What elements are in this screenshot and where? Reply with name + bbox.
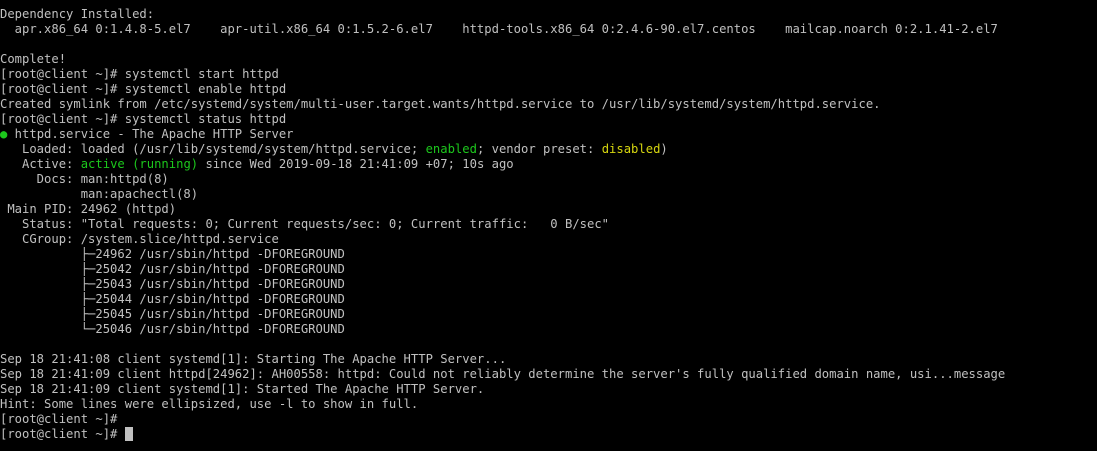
terminal-line: Complete! [0,52,1097,67]
terminal-text: Created symlink from /etc/systemd/system… [0,97,881,111]
terminal-text: man:apachectl(8) [0,187,199,201]
terminal-line: Status: "Total requests: 0; Current requ… [0,217,1097,232]
terminal-line: Active: active (running) since Wed 2019-… [0,157,1097,172]
terminal-text: ├─25043 /usr/sbin/httpd -DFOREGROUND [0,277,345,291]
terminal-text: Sep 18 21:41:09 client systemd[1]: Start… [0,382,485,396]
terminal-text: enabled [425,142,477,156]
terminal-line: ├─24962 /usr/sbin/httpd -DFOREGROUND [0,247,1097,262]
terminal-text: Sep 18 21:41:09 client httpd[24962]: AH0… [0,367,1006,381]
terminal-line: ● httpd.service - The Apache HTTP Server [0,127,1097,142]
terminal-window[interactable]: Dependency Installed: apr.x86_64 0:1.4.8… [0,0,1097,451]
terminal-line: [root@client ~]# systemctl start httpd [0,67,1097,82]
terminal-line: Sep 18 21:41:08 client systemd[1]: Start… [0,352,1097,367]
terminal-text: ├─25042 /usr/sbin/httpd -DFOREGROUND [0,262,345,276]
terminal-line: ├─25042 /usr/sbin/httpd -DFOREGROUND [0,262,1097,277]
terminal-line: ├─25045 /usr/sbin/httpd -DFOREGROUND [0,307,1097,322]
terminal-text: ; vendor preset: [476,142,602,156]
terminal-line: Sep 18 21:41:09 client httpd[24962]: AH0… [0,367,1097,382]
terminal-line: Main PID: 24962 (httpd) [0,202,1097,217]
terminal-text: Docs: man:httpd(8) [0,172,169,186]
terminal-line: ├─25043 /usr/sbin/httpd -DFOREGROUND [0,277,1097,292]
terminal-text: ├─25045 /usr/sbin/httpd -DFOREGROUND [0,307,345,321]
terminal-text: CGroup: /system.slice/httpd.service [0,232,279,246]
terminal-line: [root@client ~]# systemctl enable httpd [0,82,1097,97]
terminal-text: Status: "Total requests: 0; Current requ… [0,217,610,231]
terminal-text: disabled [601,142,661,156]
terminal-line: Sep 18 21:41:09 client systemd[1]: Start… [0,382,1097,397]
terminal-line: ├─25044 /usr/sbin/httpd -DFOREGROUND [0,292,1097,307]
terminal-line: └─25046 /usr/sbin/httpd -DFOREGROUND [0,322,1097,337]
terminal-text: Hint: Some lines were ellipsized, use -l… [0,397,419,411]
terminal-text: active (running) [80,157,199,171]
terminal-line: [root@client ~]# [0,412,1097,427]
terminal-line: Loaded: loaded (/usr/lib/systemd/system/… [0,142,1097,157]
terminal-line: [root@client ~]# systemctl status httpd [0,112,1097,127]
terminal-text: ├─24962 /usr/sbin/httpd -DFOREGROUND [0,247,345,261]
terminal-text: ├─25044 /usr/sbin/httpd -DFOREGROUND [0,292,345,306]
terminal-text: [root@client ~]# [0,427,125,441]
terminal-text: [root@client ~]# systemctl enable httpd [0,82,287,96]
terminal-text: since Wed 2019-09-18 21:41:09 +07; 10s a… [198,157,514,171]
terminal-text: Active: [0,157,81,171]
terminal-line: Hint: Some lines were ellipsized, use -l… [0,397,1097,412]
text-cursor [124,427,133,441]
terminal-text: [root@client ~]# systemctl start httpd [0,67,279,81]
terminal-text: Dependency Installed: [0,7,155,21]
terminal-text: └─25046 /usr/sbin/httpd -DFOREGROUND [0,322,345,336]
terminal-text: [root@client ~]# [0,412,118,426]
terminal-text: ) [660,142,668,156]
terminal-text: Main PID: 24962 (httpd) [0,202,177,216]
terminal-line: [root@client ~]# [0,427,1097,442]
terminal-text: httpd.service - The Apache HTTP Server [7,127,294,141]
terminal-text: Complete! [0,52,67,66]
terminal-line: Dependency Installed: [0,7,1097,22]
terminal-line: CGroup: /system.slice/httpd.service [0,232,1097,247]
terminal-text: [root@client ~]# systemctl status httpd [0,112,287,126]
terminal-line: Created symlink from /etc/systemd/system… [0,97,1097,112]
terminal-text: Loaded: loaded (/usr/lib/systemd/system/… [0,142,426,156]
terminal-line: apr.x86_64 0:1.4.8-5.el7 apr-util.x86_64… [0,22,1097,37]
terminal-line: man:apachectl(8) [0,187,1097,202]
terminal-line: Docs: man:httpd(8) [0,172,1097,187]
terminal-text: Sep 18 21:41:08 client systemd[1]: Start… [0,352,507,366]
terminal-text: apr.x86_64 0:1.4.8-5.el7 apr-util.x86_64… [0,22,998,36]
